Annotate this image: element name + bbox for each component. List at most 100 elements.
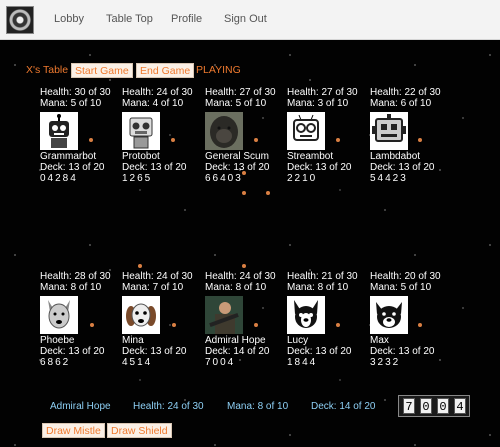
health-stat: Health: 24 of 30 — [205, 271, 276, 282]
deck-stat: Deck: 13 of 20 — [287, 346, 352, 357]
target-dot-icon[interactable] — [138, 264, 142, 268]
health-stat: Health: 27 of 30 — [205, 87, 276, 98]
target-dot-icon[interactable] — [172, 323, 176, 327]
deck-stat: Deck: 13 of 20 — [40, 162, 105, 173]
deck-stat: Deck: 13 of 20 — [287, 162, 352, 173]
mana-stat: Mana: 5 of 10 — [40, 98, 102, 109]
ally-card[interactable]: Health: 21 of 30 Mana: 8 of 10 Lucy Deck… — [287, 271, 367, 368]
deck-stat: Deck: 13 of 20 — [370, 346, 435, 357]
hand-cards: 6862 — [40, 357, 71, 368]
self-health: Health: 24 of 30 — [133, 401, 204, 412]
player-name: Phoebe — [40, 335, 75, 346]
hand-cards: 54423 — [370, 173, 408, 184]
nav-table-top-link[interactable]: Table Top — [106, 13, 153, 25]
hand-card[interactable]: 7 — [403, 398, 415, 414]
player-name: Mina — [122, 335, 144, 346]
self-deck: Deck: 14 of 20 — [311, 401, 376, 412]
hand-card[interactable]: 0 — [437, 398, 449, 414]
target-dot-icon[interactable] — [336, 323, 340, 327]
draw-shield-button[interactable]: Draw Shield — [107, 423, 172, 438]
health-stat: Health: 22 of 30 — [370, 87, 441, 98]
target-dot-icon[interactable] — [242, 191, 246, 195]
player-name: Protobot — [122, 151, 160, 162]
mana-stat: Mana: 5 of 10 — [370, 282, 432, 293]
opponent-card[interactable]: Health: 27 of 30 Mana: 5 of 10 General S… — [205, 87, 285, 184]
target-dot-icon[interactable] — [242, 264, 246, 268]
robot-icon — [40, 112, 78, 150]
ally-card[interactable]: Health: 20 of 30 Mana: 5 of 10 Max Deck:… — [370, 271, 450, 368]
hand-card[interactable]: 0 — [420, 398, 432, 414]
nav-profile-link[interactable]: Profile — [171, 13, 202, 25]
top-navbar: Lobby Table Top Profile Sign Out — [0, 0, 500, 40]
opponent-card[interactable]: Health: 30 of 30 Mana: 5 of 10 Grammarbo… — [40, 87, 120, 184]
target-dot-icon[interactable] — [254, 138, 258, 142]
logo-icon[interactable] — [6, 6, 34, 34]
target-dot-icon[interactable] — [90, 323, 94, 327]
hand-cards: 7004 — [205, 357, 236, 368]
player-name: Grammarbot — [40, 151, 97, 162]
player-name: Lucy — [287, 335, 309, 346]
deck-stat: Deck: 13 of 20 — [370, 162, 435, 173]
health-stat: Health: 20 of 30 — [370, 271, 441, 282]
game-status: PLAYING — [196, 64, 241, 76]
deck-stat: Deck: 14 of 20 — [205, 346, 270, 357]
health-stat: Health: 30 of 30 — [40, 87, 111, 98]
hand-cards: 04284 — [40, 173, 78, 184]
target-dot-icon[interactable] — [171, 138, 175, 142]
nav-sign-out-link[interactable]: Sign Out — [224, 13, 267, 25]
robot-icon — [287, 112, 325, 150]
health-stat: Health: 21 of 30 — [287, 271, 358, 282]
dog-icon — [122, 296, 160, 334]
deck-stat: Deck: 13 of 20 — [122, 346, 187, 357]
health-stat: Health: 28 of 30 — [40, 271, 111, 282]
player-name: Streambot — [287, 151, 334, 162]
mana-stat: Mana: 8 of 10 — [287, 282, 349, 293]
target-dot-icon[interactable] — [336, 138, 340, 142]
hand-cards: 2210 — [287, 173, 318, 184]
health-stat: Health: 24 of 30 — [122, 271, 193, 282]
self-mana: Mana: 8 of 10 — [227, 401, 289, 412]
table-name: X's Table — [26, 64, 69, 76]
hand-card[interactable]: 4 — [454, 398, 466, 414]
health-stat: Health: 27 of 30 — [287, 87, 358, 98]
gorilla-photo — [205, 112, 243, 150]
nav-lobby-link[interactable]: Lobby — [54, 13, 84, 25]
draw-mistle-button[interactable]: Draw Mistle — [42, 423, 105, 438]
target-dot-icon[interactable] — [418, 138, 422, 142]
opponent-card[interactable]: Health: 24 of 30 Mana: 4 of 10 Protobot … — [122, 87, 202, 184]
dog-icon — [40, 296, 78, 334]
target-dot-icon[interactable] — [242, 171, 246, 175]
target-dot-icon[interactable] — [89, 138, 93, 142]
end-game-button[interactable]: End Game — [136, 63, 195, 78]
opponent-card[interactable]: Health: 22 of 30 Mana: 6 of 10 Lambdabot… — [370, 87, 450, 184]
dog-icon — [287, 296, 325, 334]
ally-card[interactable]: Health: 24 of 30 Mana: 7 of 10 Mina Deck… — [122, 271, 202, 368]
robot-icon — [122, 112, 160, 150]
player-name: General Scum — [205, 151, 269, 162]
mana-stat: Mana: 8 of 10 — [40, 282, 102, 293]
target-dot-icon[interactable] — [418, 323, 422, 327]
player-card-self[interactable]: Health: 24 of 30 Mana: 8 of 10 Admiral H… — [205, 271, 285, 368]
hand-cards: 4514 — [122, 357, 153, 368]
hand-counter: 7 0 0 4 — [398, 395, 470, 417]
hand-cards: 3232 — [370, 357, 401, 368]
self-name: Admiral Hope — [50, 401, 111, 412]
mana-stat: Mana: 5 of 10 — [205, 98, 267, 109]
player-name: Lambdabot — [370, 151, 421, 162]
ally-card[interactable]: Health: 28 of 30 Mana: 8 of 10 Phoebe De… — [40, 271, 120, 368]
deck-stat: Deck: 13 of 20 — [122, 162, 187, 173]
player-name: Max — [370, 335, 389, 346]
robot-icon — [370, 112, 408, 150]
opponent-card[interactable]: Health: 27 of 30 Mana: 3 of 10 Streambot… — [287, 87, 367, 184]
dog-icon — [370, 296, 408, 334]
mana-stat: Mana: 4 of 10 — [122, 98, 184, 109]
start-game-button[interactable]: Start Game — [71, 63, 133, 78]
target-dot-icon[interactable] — [266, 191, 270, 195]
target-dot-icon[interactable] — [254, 323, 258, 327]
mana-stat: Mana: 3 of 10 — [287, 98, 349, 109]
health-stat: Health: 24 of 30 — [122, 87, 193, 98]
deck-stat: Deck: 13 of 20 — [40, 346, 105, 357]
hand-cards: 1844 — [287, 357, 318, 368]
mana-stat: Mana: 8 of 10 — [205, 282, 267, 293]
player-name: Admiral Hope — [205, 335, 266, 346]
